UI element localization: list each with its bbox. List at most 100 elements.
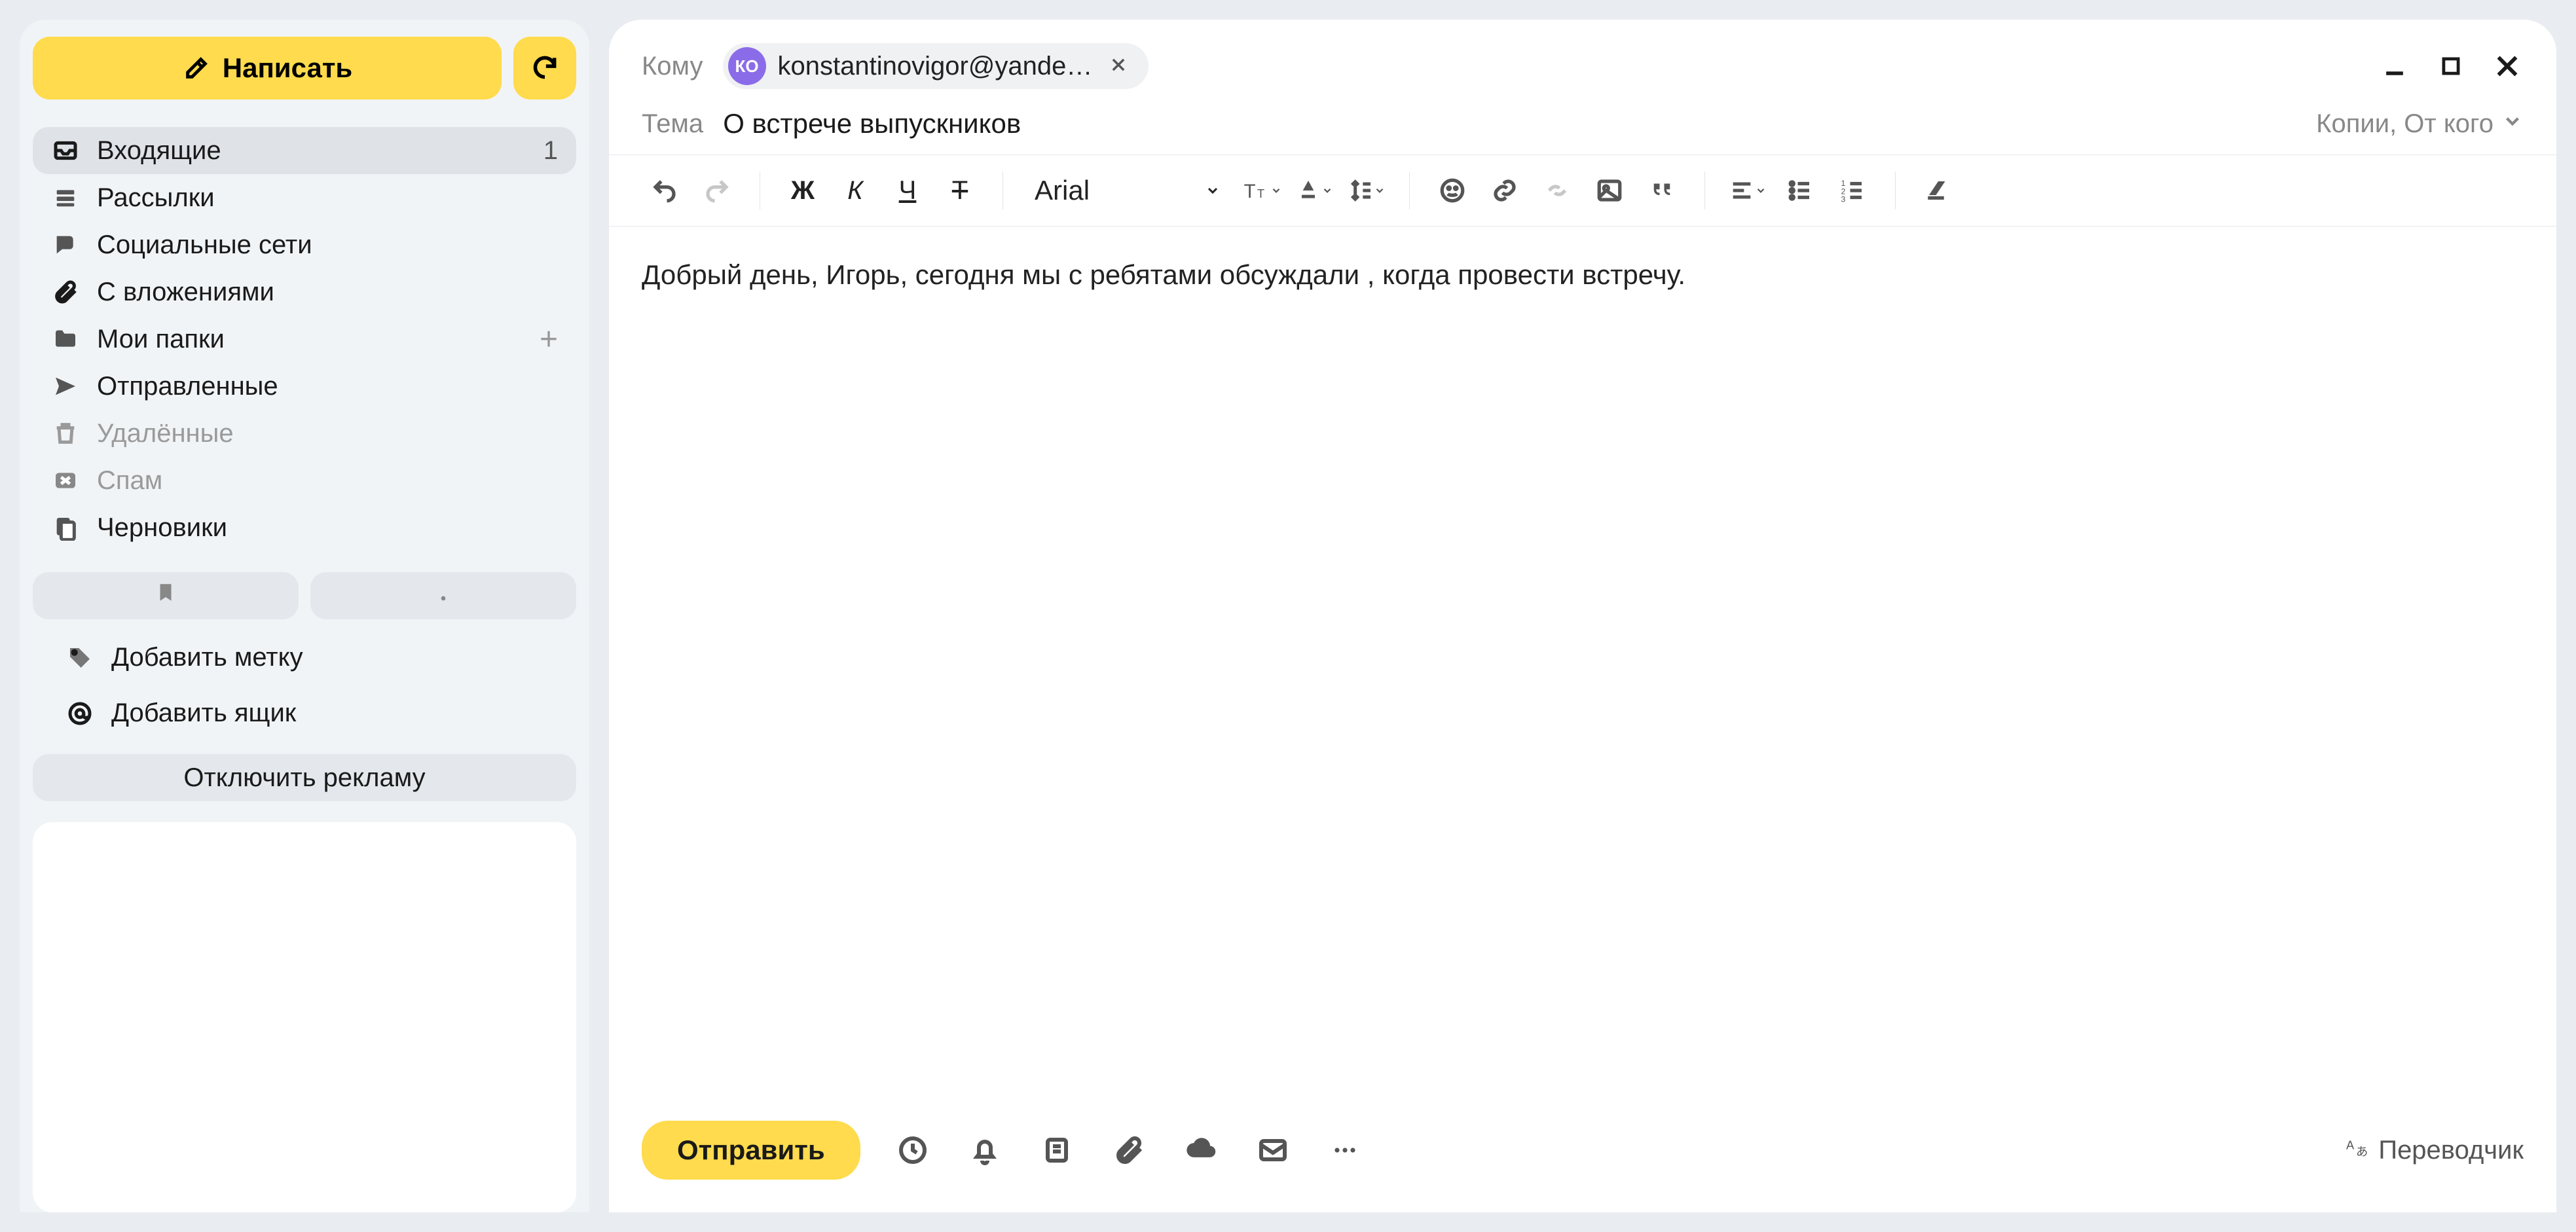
copies-label: Копии, От кого	[2316, 109, 2493, 139]
sidebar-item-sent[interactable]: Отправленные	[33, 363, 576, 410]
folder-label: Черновики	[97, 513, 558, 543]
send-label: Отправить	[677, 1134, 825, 1165]
pill-bookmark[interactable]	[33, 572, 299, 619]
font-name: Arial	[1035, 175, 1090, 206]
reminder-button[interactable]	[965, 1131, 1004, 1170]
unlink-button[interactable]	[1534, 168, 1580, 213]
add-mailbox-text: Добавить ящик	[111, 698, 296, 728]
folder-icon	[51, 325, 80, 353]
sidebar-item-inbox[interactable]: Входящие 1	[33, 127, 576, 174]
disable-ads-button[interactable]: Отключить рекламу	[33, 754, 576, 801]
recipient-chip[interactable]: КО konstantinovigor@yande…	[723, 43, 1149, 89]
draft-icon	[51, 513, 80, 542]
to-row: Кому КО konstantinovigor@yande…	[609, 37, 2556, 96]
compose-label: Написать	[223, 52, 353, 84]
svg-text:A: A	[2346, 1138, 2355, 1151]
folder-label: Входящие	[97, 136, 526, 166]
font-size-button[interactable]: TT	[1239, 168, 1285, 213]
svg-text:3: 3	[1841, 195, 1846, 204]
send-button[interactable]: Отправить	[642, 1121, 860, 1180]
chevron-down-icon	[1205, 183, 1221, 198]
sidebar-item-spam[interactable]: Спам	[33, 457, 576, 504]
redo-button[interactable]	[694, 168, 740, 213]
bullet-list-button[interactable]	[1777, 168, 1823, 213]
line-height-button[interactable]	[1344, 168, 1389, 213]
refresh-button[interactable]	[513, 37, 576, 100]
sidebar-item-attachments[interactable]: С вложениями	[33, 268, 576, 316]
compose-panel: Кому КО konstantinovigor@yande…	[609, 20, 2556, 1212]
emoji-button[interactable]	[1429, 168, 1475, 213]
folder-label: Мои папки	[97, 325, 523, 354]
add-folder-icon[interactable]: +	[540, 321, 558, 357]
paperclip-icon	[51, 278, 80, 306]
refresh-icon	[530, 53, 559, 84]
format-toolbar: Ж К Ч Т Arial TT 123	[609, 154, 2556, 226]
align-button[interactable]	[1725, 168, 1771, 213]
italic-button[interactable]: К	[832, 168, 878, 213]
undo-button[interactable]	[642, 168, 688, 213]
sidebar-item-social[interactable]: Социальные сети	[33, 221, 576, 268]
add-mailbox-action[interactable]: Добавить ящик	[33, 689, 576, 737]
close-button[interactable]	[2491, 50, 2524, 82]
sidebar-item-newsletters[interactable]: Рассылки	[33, 174, 576, 221]
folder-count: 1	[543, 136, 558, 166]
add-label-action[interactable]: Добавить метку	[33, 634, 576, 681]
translator-button[interactable]: Aあ Переводчик	[2343, 1134, 2524, 1167]
at-icon	[65, 699, 94, 728]
compose-icon	[182, 54, 211, 82]
sidebar-item-myfolders[interactable]: Мои папки +	[33, 316, 576, 363]
subject-label: Тема	[642, 109, 703, 139]
sidebar-item-drafts[interactable]: Черновики	[33, 504, 576, 551]
sidebar: Написать Входящие 1 Рассылки Социальные сет…	[20, 20, 589, 1212]
svg-text:T: T	[1257, 187, 1264, 200]
template-button[interactable]	[1037, 1131, 1076, 1170]
recipient-avatar: КО	[728, 47, 766, 85]
minimize-button[interactable]	[2378, 50, 2411, 82]
folder-label: Отправленные	[97, 372, 558, 401]
chat-icon	[51, 230, 80, 259]
to-label: Кому	[642, 52, 703, 81]
sidebar-item-trash[interactable]: Удалённые	[33, 410, 576, 457]
schedule-button[interactable]	[893, 1131, 932, 1170]
translator-icon: Aあ	[2343, 1134, 2369, 1167]
strike-button[interactable]: Т	[937, 168, 983, 213]
trash-icon	[51, 419, 80, 448]
inbox-icon	[51, 136, 80, 165]
ad-placeholder	[33, 822, 576, 1212]
svg-text:あ: あ	[2356, 1144, 2368, 1158]
compose-button[interactable]: Написать	[33, 37, 502, 100]
signature-button[interactable]	[1253, 1131, 1293, 1170]
copies-toggle[interactable]: Копии, От кого	[2316, 109, 2524, 139]
attach-cloud-button[interactable]	[1181, 1131, 1221, 1170]
dot-icon	[438, 582, 449, 610]
attach-button[interactable]	[1109, 1131, 1149, 1170]
image-button[interactable]	[1587, 168, 1632, 213]
tag-icon	[65, 643, 94, 672]
subject-row: Тема О встрече выпускников Копии, От ког…	[609, 96, 2556, 154]
folder-label: Спам	[97, 466, 558, 496]
spam-icon	[51, 466, 80, 495]
pill-dot[interactable]	[310, 572, 576, 619]
pill-row	[33, 572, 576, 619]
folder-label: Рассылки	[97, 183, 558, 213]
stack-icon	[51, 183, 80, 212]
svg-text:T: T	[1244, 181, 1256, 202]
folder-label: Удалённые	[97, 419, 558, 448]
quote-button[interactable]	[1639, 168, 1685, 213]
folder-label: С вложениями	[97, 278, 558, 307]
clear-format-button[interactable]	[1915, 168, 1961, 213]
message-body[interactable]: Добрый день, Игорь, сегодня мы с ребятам…	[609, 226, 2556, 1095]
subject-input[interactable]: О встрече выпускников	[723, 108, 1021, 139]
underline-button[interactable]: Ч	[885, 168, 930, 213]
link-button[interactable]	[1482, 168, 1528, 213]
bookmark-icon	[155, 581, 177, 610]
font-picker[interactable]: Arial	[1023, 168, 1232, 213]
chevron-down-icon	[2501, 109, 2524, 139]
folder-label: Социальные сети	[97, 230, 558, 260]
remove-recipient-icon[interactable]	[1104, 50, 1133, 83]
maximize-button[interactable]	[2435, 50, 2467, 82]
more-button[interactable]	[1325, 1131, 1365, 1170]
numbered-list-button[interactable]: 123	[1830, 168, 1875, 213]
text-color-button[interactable]	[1291, 168, 1337, 213]
bold-button[interactable]: Ж	[780, 168, 826, 213]
